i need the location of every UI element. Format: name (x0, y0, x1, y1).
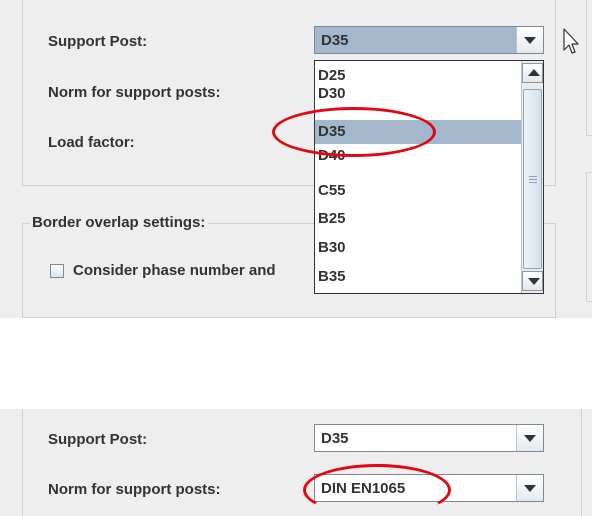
support-post-label: Support Post: (48, 33, 148, 50)
consider-phase-checkbox[interactable] (50, 264, 64, 278)
scroll-up-button[interactable] (522, 63, 543, 83)
support-post-combobox-bottom[interactable]: D35 (314, 424, 544, 452)
highlight-ring-d35 (272, 107, 436, 157)
dropdown-item-c55[interactable]: C55 (315, 179, 522, 203)
chevron-down-icon (524, 485, 536, 492)
bottom-settings-panel: Support Post: Norm for support posts: D3… (0, 409, 592, 516)
top-settings-panel: Support Post: Norm for support posts: Lo… (0, 0, 592, 318)
grip-line (529, 179, 537, 180)
grip-line (529, 182, 537, 183)
mouse-cursor-icon (563, 28, 579, 54)
norm-support-posts-label-bottom: Norm for support posts: (48, 481, 221, 498)
support-post-value-bottom: D35 (321, 430, 349, 447)
norm-support-posts-label: Norm for support posts: (48, 84, 221, 101)
dropdown-item-d30[interactable]: D30 (315, 82, 522, 106)
scroll-down-button[interactable] (522, 271, 543, 291)
dropdown-item-b30[interactable]: B30 (315, 236, 522, 260)
dropdown-item-b25[interactable]: B25 (315, 207, 522, 231)
support-post-dropdown-button-bottom[interactable] (516, 425, 543, 451)
arrow-up-icon (528, 69, 540, 76)
border-overlap-title: Border overlap settings: (30, 214, 209, 231)
dropdown-scrollbar[interactable] (521, 61, 543, 293)
support-post-label-bottom: Support Post: (48, 431, 148, 448)
chevron-down-icon (524, 37, 536, 44)
support-post-dropdown-button[interactable] (516, 27, 543, 53)
support-post-combobox[interactable]: D35 (314, 26, 544, 54)
highlight-ring-norm (303, 464, 451, 516)
norm-dropdown-button[interactable] (516, 475, 543, 501)
support-post-value: D35 (321, 32, 349, 49)
consider-phase-label: Consider phase number and (73, 262, 276, 279)
chevron-down-icon (524, 435, 536, 442)
load-factor-label: Load factor: (48, 134, 135, 151)
arrow-down-icon (528, 278, 540, 285)
support-post-dropdown-list[interactable]: D25 D30 D35 D40 C55 B25 B30 B35 (314, 60, 544, 294)
scroll-thumb[interactable] (523, 89, 542, 269)
dropdown-item-b35[interactable]: B35 (315, 265, 522, 289)
right-panel-box-1 (586, 0, 592, 136)
right-panel-box-2 (586, 172, 592, 302)
grip-line (529, 176, 537, 177)
